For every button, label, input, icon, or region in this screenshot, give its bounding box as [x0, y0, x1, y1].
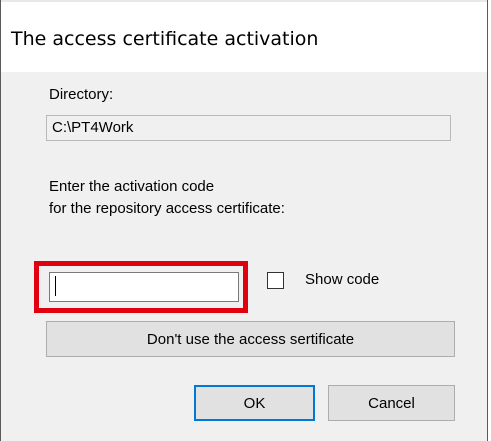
activation-prompt-line-1: Enter the activation code: [49, 178, 215, 195]
dialog-body: Directory: C:\PT4Work Enter the activati…: [1, 72, 487, 441]
cancel-button[interactable]: Cancel: [328, 385, 455, 421]
title-bar[interactable]: The access certificate activation: [1, 0, 487, 72]
show-code-label[interactable]: Show code: [305, 271, 379, 288]
ok-button[interactable]: OK: [194, 385, 315, 421]
directory-field: C:\PT4Work: [46, 115, 451, 141]
dialog-title: The access certificate activation: [11, 28, 319, 50]
highlight-box: [34, 261, 248, 313]
show-code-checkbox[interactable]: [267, 272, 284, 289]
activation-dialog: The access certificate activation Direct…: [0, 0, 488, 441]
title-bar-accent: [1, 0, 487, 2]
activation-prompt-line-2: for the repository access certificate:: [49, 200, 285, 217]
directory-label: Directory:: [49, 86, 114, 103]
dont-use-certificate-button[interactable]: Don't use the access sertificate: [46, 321, 455, 357]
